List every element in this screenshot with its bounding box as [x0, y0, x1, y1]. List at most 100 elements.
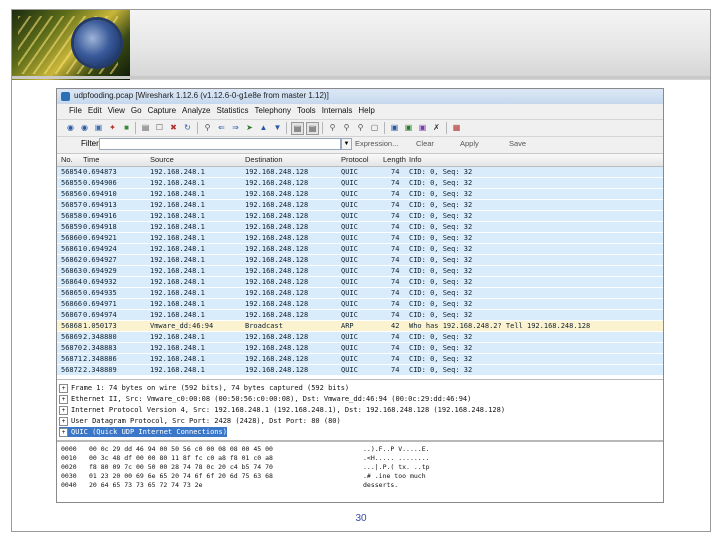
- menu-telephony[interactable]: Telephony: [255, 105, 291, 117]
- packet-row[interactable]: 56870 2.348883 192.168.248.1 192.168.248.12…: [57, 343, 663, 353]
- packet-row[interactable]: 56866 0.694971 192.168.248.1 192.168.248.12…: [57, 299, 663, 309]
- byte-hex[interactable]: 20 64 65 73 73 65 72 74 73 2e: [89, 481, 203, 489]
- capture-filters-icon[interactable]: ⚲: [341, 122, 352, 133]
- capture-options-icon[interactable]: ■: [121, 122, 132, 133]
- colorize-icon[interactable]: ➤: [244, 122, 255, 133]
- save-icon[interactable]: ▣: [93, 122, 104, 133]
- byte-offset[interactable]: 0000: [61, 445, 77, 453]
- menu-capture[interactable]: Capture: [148, 105, 176, 117]
- column-length[interactable]: Length: [383, 154, 406, 166]
- close-file-icon[interactable]: ◉: [79, 122, 90, 133]
- detail-row[interactable]: + Internet Protocol Version 4, Src: 192.1…: [59, 405, 505, 415]
- packet-row[interactable]: 56869 2.348880 192.168.248.1 192.168.248.12…: [57, 332, 663, 342]
- expand-icon[interactable]: +: [59, 394, 68, 404]
- last-icon[interactable]: ⇒: [230, 122, 241, 133]
- expand-icon[interactable]: +: [59, 383, 68, 393]
- packet-source: 192.168.248.1: [150, 256, 205, 264]
- reload-icon[interactable]: ✦: [107, 122, 118, 133]
- apply-button[interactable]: Apply: [460, 139, 479, 148]
- byte-ascii[interactable]: desserts.: [363, 481, 398, 489]
- save-filter-button[interactable]: Save: [509, 139, 526, 148]
- packet-source: 192.168.248.1: [150, 212, 205, 220]
- column-protocol[interactable]: Protocol: [341, 154, 369, 166]
- resize-columns-icon[interactable]: ⚲: [327, 122, 338, 133]
- help-icon[interactable]: ▦: [451, 122, 462, 133]
- expand-icon[interactable]: +: [59, 405, 68, 415]
- detail-row[interactable]: + Frame 1: 74 bytes on wire (592 bits), 7…: [59, 383, 349, 393]
- display-filters-icon[interactable]: ⚲: [355, 122, 366, 133]
- back-icon[interactable]: ✖: [168, 122, 179, 133]
- detail-row[interactable]: + User Datagram Protocol, Src Port: 2428 …: [59, 416, 341, 426]
- menu-help[interactable]: Help: [358, 105, 374, 117]
- go-to-icon[interactable]: ⚲: [202, 122, 213, 133]
- clear-button[interactable]: Clear: [416, 139, 434, 148]
- packet-row[interactable]: 56864 0.694932 192.168.248.1 192.168.248.12…: [57, 277, 663, 287]
- expression-button[interactable]: Expression...: [355, 139, 398, 148]
- menu-edit[interactable]: Edit: [88, 105, 102, 117]
- packet-row[interactable]: 56859 0.694918 192.168.248.1 192.168.248.12…: [57, 222, 663, 232]
- coloring-icon[interactable]: ▣: [417, 122, 428, 133]
- byte-ascii[interactable]: ...|.P.( tx. ..tp: [363, 463, 430, 471]
- packet-row[interactable]: 56860 0.694921 192.168.248.1 192.168.248.12…: [57, 233, 663, 243]
- print-icon[interactable]: ▤: [140, 122, 151, 133]
- detail-row[interactable]: + Ethernet II, Src: Vmware_c0:00:08 (00:5…: [59, 394, 471, 404]
- packet-row[interactable]: 56857 0.694913 192.168.248.1 192.168.248.12…: [57, 200, 663, 210]
- expand-icon[interactable]: +: [59, 427, 68, 437]
- packet-info: CID: 0, Seq: 32: [409, 223, 473, 231]
- column-no[interactable]: No.: [61, 154, 73, 166]
- menu-view[interactable]: View: [108, 105, 125, 117]
- byte-hex[interactable]: 01 23 20 00 69 6e 65 20 74 6f 6f 20 6d 7…: [89, 472, 273, 480]
- filter-dropdown-icon[interactable]: ▼: [341, 138, 352, 150]
- menu-statistics[interactable]: Statistics: [217, 105, 249, 117]
- packet-row[interactable]: 56871 2.348886 192.168.248.1 192.168.248.12…: [57, 354, 663, 364]
- packet-row[interactable]: 56856 0.694910 192.168.248.1 192.168.248.12…: [57, 189, 663, 199]
- statistics-icon[interactable]: ▣: [403, 122, 414, 133]
- open-icon[interactable]: ◉: [65, 122, 76, 133]
- byte-ascii[interactable]: .<H..... ........: [363, 454, 430, 462]
- column-source[interactable]: Source: [150, 154, 174, 166]
- menu-analyze[interactable]: Analyze: [182, 105, 210, 117]
- byte-offset[interactable]: 0030: [61, 472, 77, 480]
- packet-length: 74: [391, 212, 400, 220]
- packet-row[interactable]: 56872 2.348889 192.168.248.1 192.168.248.12…: [57, 365, 663, 375]
- zoom-out-icon[interactable]: ▤: [291, 122, 304, 135]
- packet-row[interactable]: 56854 0.694873 192.168.248.1 192.168.248.12…: [57, 167, 663, 177]
- column-time[interactable]: Time: [83, 154, 99, 166]
- packet-row[interactable]: 56861 0.694924 192.168.248.1 192.168.248.12…: [57, 244, 663, 254]
- column-info[interactable]: Info: [409, 154, 422, 166]
- filter-input[interactable]: [99, 138, 341, 150]
- find-icon[interactable]: ☐: [154, 122, 165, 133]
- preferences-icon[interactable]: ▣: [389, 122, 400, 133]
- byte-offset[interactable]: 0010: [61, 454, 77, 462]
- menu-internals[interactable]: Internals: [322, 105, 353, 117]
- auto-scroll-icon[interactable]: ▲: [258, 122, 269, 133]
- first-icon[interactable]: ⇐: [216, 122, 227, 133]
- detail-row[interactable]: + QUIC (Quick UDP Internet Connections): [59, 427, 227, 437]
- packet-protocol: QUIC: [341, 333, 358, 341]
- packet-row[interactable]: 56868 1.050173 Vmware_dd:46:94 Broadcast ARP…: [57, 321, 663, 331]
- column-destination[interactable]: Destination: [245, 154, 283, 166]
- packet-row[interactable]: 56865 0.694935 192.168.248.1 192.168.248.12…: [57, 288, 663, 298]
- packet-row[interactable]: 56863 0.694929 192.168.248.1 192.168.248.12…: [57, 266, 663, 276]
- packet-no: 56856: [61, 190, 83, 198]
- expand-icon[interactable]: +: [59, 416, 68, 426]
- zoom-in-icon[interactable]: ▼: [272, 122, 283, 133]
- byte-ascii[interactable]: .# .ine too much: [363, 472, 426, 480]
- normal-size-icon[interactable]: ▤: [306, 122, 319, 135]
- packet-row[interactable]: 56858 0.694916 192.168.248.1 192.168.248.12…: [57, 211, 663, 221]
- menu-file[interactable]: File: [69, 105, 82, 117]
- byte-offset[interactable]: 0020: [61, 463, 77, 471]
- forward-icon[interactable]: ↻: [182, 122, 193, 133]
- menu-tools[interactable]: Tools: [297, 105, 316, 117]
- menu-go[interactable]: Go: [131, 105, 142, 117]
- byte-hex[interactable]: 00 0c 29 dd 46 94 00 50 56 c0 00 08 08 0…: [89, 445, 273, 453]
- byte-ascii[interactable]: ..).F..P V.....E.: [363, 445, 430, 453]
- byte-hex[interactable]: f8 80 09 7c 00 50 00 28 74 78 0c 20 c4 b…: [89, 463, 273, 471]
- byte-offset[interactable]: 0040: [61, 481, 77, 489]
- tools-icon[interactable]: ✗: [431, 122, 442, 133]
- packet-row[interactable]: 56867 0.694974 192.168.248.1 192.168.248.12…: [57, 310, 663, 320]
- coloring-rules-icon[interactable]: ▢: [369, 122, 380, 133]
- byte-hex[interactable]: 00 3c 48 df 00 00 80 11 8f fc c0 a8 f8 0…: [89, 454, 273, 462]
- packet-row[interactable]: 56862 0.694927 192.168.248.1 192.168.248.12…: [57, 255, 663, 265]
- packet-row[interactable]: 56855 0.694906 192.168.248.1 192.168.248.12…: [57, 178, 663, 188]
